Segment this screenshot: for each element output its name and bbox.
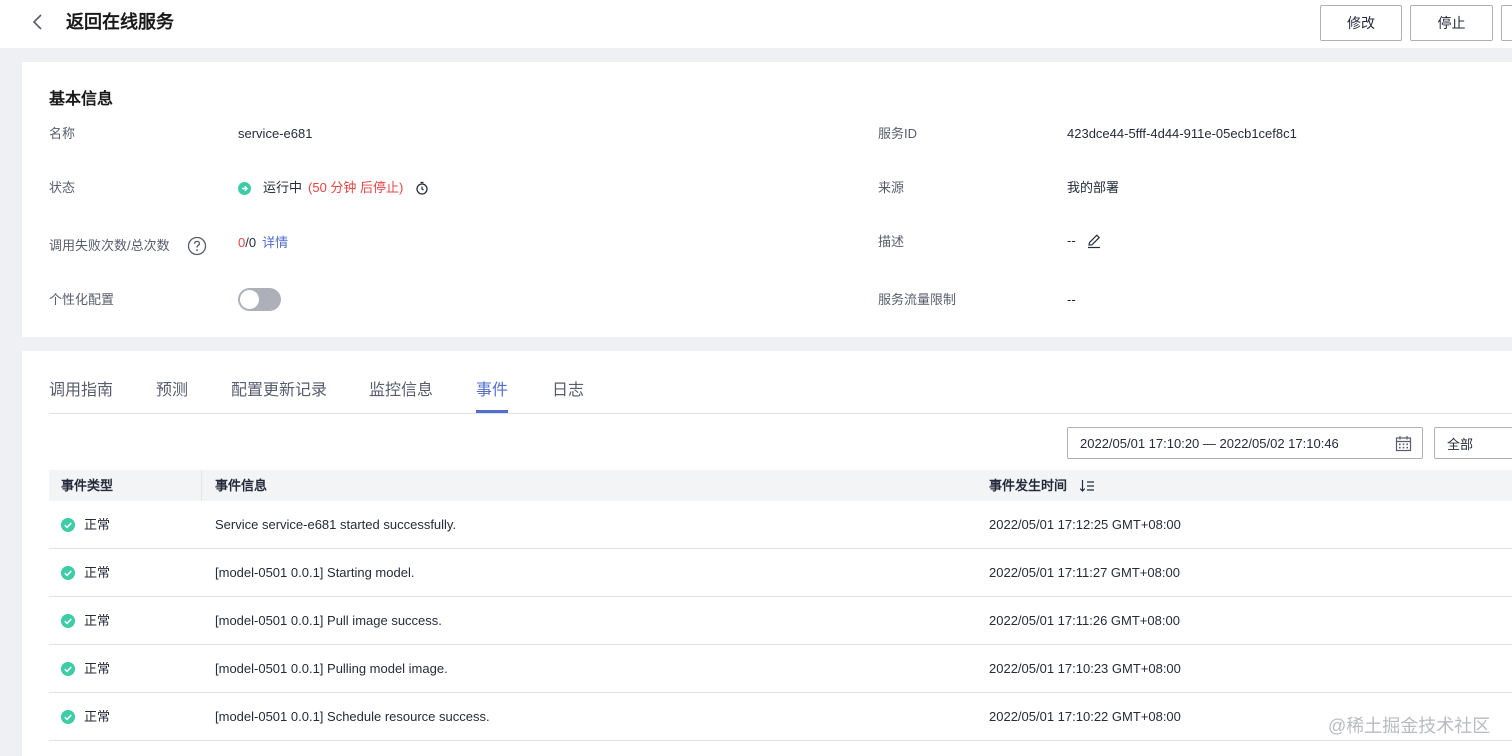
tab-logs[interactable]: 日志 <box>552 381 584 401</box>
event-info: [model-0501 0.0.1] Pulling model image. <box>215 661 448 676</box>
modify-button[interactable]: 修改 <box>1320 5 1402 41</box>
event-time: 2022/05/01 17:11:26 GMT+08:00 <box>989 613 1180 628</box>
service-id-label: 服务ID <box>878 126 918 141</box>
source-label: 来源 <box>878 180 905 195</box>
event-time: 2022/05/01 17:12:25 GMT+08:00 <box>989 517 1181 532</box>
name-label: 名称 <box>49 126 76 141</box>
event-time: 2022/05/01 17:10:23 GMT+08:00 <box>989 661 1181 676</box>
status-value-group: 运行中 (50 分钟 后停止) <box>238 179 429 197</box>
events-card: 调用指南 预测 配置更新记录 监控信息 事件 日志 2022/05/01 17:… <box>22 351 1512 756</box>
event-type: 正常 <box>84 565 111 580</box>
success-icon <box>61 614 75 628</box>
event-type: 正常 <box>84 613 111 628</box>
table-row: 正常 [model-0501 0.0.1] Starting model. 20… <box>49 549 1512 597</box>
column-header-info: 事件信息 <box>215 478 268 493</box>
success-icon <box>61 566 75 580</box>
table-row: 正常 [model-0501 0.0.1] Pulling model imag… <box>49 645 1512 693</box>
calls-failed: 0 <box>238 235 246 250</box>
description-value-group: -- <box>1067 232 1102 250</box>
tab-call-guide[interactable]: 调用指南 <box>49 381 113 401</box>
column-header-type: 事件类型 <box>61 478 114 493</box>
help-icon[interactable] <box>187 236 207 256</box>
status-label: 状态 <box>49 180 76 195</box>
tab-events[interactable]: 事件 <box>476 381 508 401</box>
event-time: 2022/05/01 17:10:22 GMT+08:00 <box>989 709 1181 724</box>
description-label: 描述 <box>878 234 905 249</box>
sort-icon[interactable] <box>1079 478 1095 494</box>
success-icon <box>61 662 75 676</box>
calls-detail-link[interactable]: 详情 <box>262 234 288 252</box>
traffic-limit-label: 服务流量限制 <box>878 292 957 307</box>
watermark: @稀土掘金技术社区 <box>1328 716 1491 736</box>
traffic-limit-value: -- <box>1067 292 1076 307</box>
chevron-left-icon[interactable] <box>28 12 48 32</box>
service-id-value: 423dce44-5fff-4d44-911e-05ecb1cef8c1 <box>1067 126 1297 141</box>
date-range-value: 2022/05/01 17:10:20 — 2022/05/02 17:10:4… <box>1080 435 1339 451</box>
table-row: 正常 [model-0501 0.0.1] Schedule resource … <box>49 693 1512 741</box>
calendar-icon[interactable] <box>1395 435 1412 452</box>
more-button[interactable] <box>1501 5 1512 41</box>
date-range-picker[interactable]: 2022/05/01 17:10:20 — 2022/05/02 17:10:4… <box>1067 427 1423 459</box>
event-type: 正常 <box>84 709 111 724</box>
success-icon <box>61 518 75 532</box>
event-info: [model-0501 0.0.1] Schedule resource suc… <box>215 709 490 724</box>
description-value: -- <box>1067 233 1076 248</box>
section-title: 基本信息 <box>49 91 114 108</box>
event-type-select[interactable]: 全部 <box>1434 427 1512 459</box>
personalize-label: 个性化配置 <box>49 292 115 307</box>
table-header: 事件类型 事件信息 事件发生时间 <box>49 470 1512 501</box>
calls-value-group: 0 /0 详情 <box>238 234 288 252</box>
calls-label: 调用失败次数/总次数 <box>49 238 170 253</box>
status-value: 运行中 <box>263 180 303 195</box>
toggle-knob <box>240 290 259 309</box>
status-timer: (50 分钟 后停止) <box>308 180 404 195</box>
table-row: 正常 [model-0501 0.0.1] Pull image success… <box>49 597 1512 645</box>
calls-total: /0 <box>245 235 257 250</box>
stop-button[interactable]: 停止 <box>1410 5 1493 41</box>
top-bar: 返回在线服务 修改 停止 <box>0 0 1512 48</box>
name-value: service-e681 <box>238 126 313 141</box>
tab-monitoring[interactable]: 监控信息 <box>369 381 433 401</box>
source-value: 我的部署 <box>1067 180 1120 195</box>
personalize-toggle[interactable] <box>238 288 281 311</box>
event-type: 正常 <box>84 517 111 532</box>
running-status-icon <box>238 181 251 195</box>
tab-predict[interactable]: 预测 <box>156 381 188 401</box>
event-time: 2022/05/01 17:11:27 GMT+08:00 <box>989 565 1180 580</box>
column-header-time: 事件发生时间 <box>989 478 1068 493</box>
event-type: 正常 <box>84 661 111 676</box>
tab-bar: 调用指南 预测 配置更新记录 监控信息 事件 日志 <box>49 351 1512 414</box>
basic-info-card: 基本信息 名称 service-e681 服务ID 423dce44-5fff-… <box>22 62 1512 337</box>
timer-icon[interactable] <box>415 181 429 195</box>
event-info: Service service-e681 started successfull… <box>215 517 457 532</box>
page-title[interactable]: 返回在线服务 <box>66 10 174 34</box>
event-info: [model-0501 0.0.1] Starting model. <box>215 565 415 580</box>
column-divider <box>201 470 202 501</box>
success-icon <box>61 710 75 724</box>
table-row: 正常 Service service-e681 started successf… <box>49 501 1512 549</box>
events-table: 事件类型 事件信息 事件发生时间 正常 Service service-e681… <box>49 470 1512 741</box>
event-info: [model-0501 0.0.1] Pull image success. <box>215 613 442 628</box>
tab-config-history[interactable]: 配置更新记录 <box>231 381 327 401</box>
edit-icon[interactable] <box>1086 233 1102 249</box>
active-tab-indicator <box>476 410 508 413</box>
